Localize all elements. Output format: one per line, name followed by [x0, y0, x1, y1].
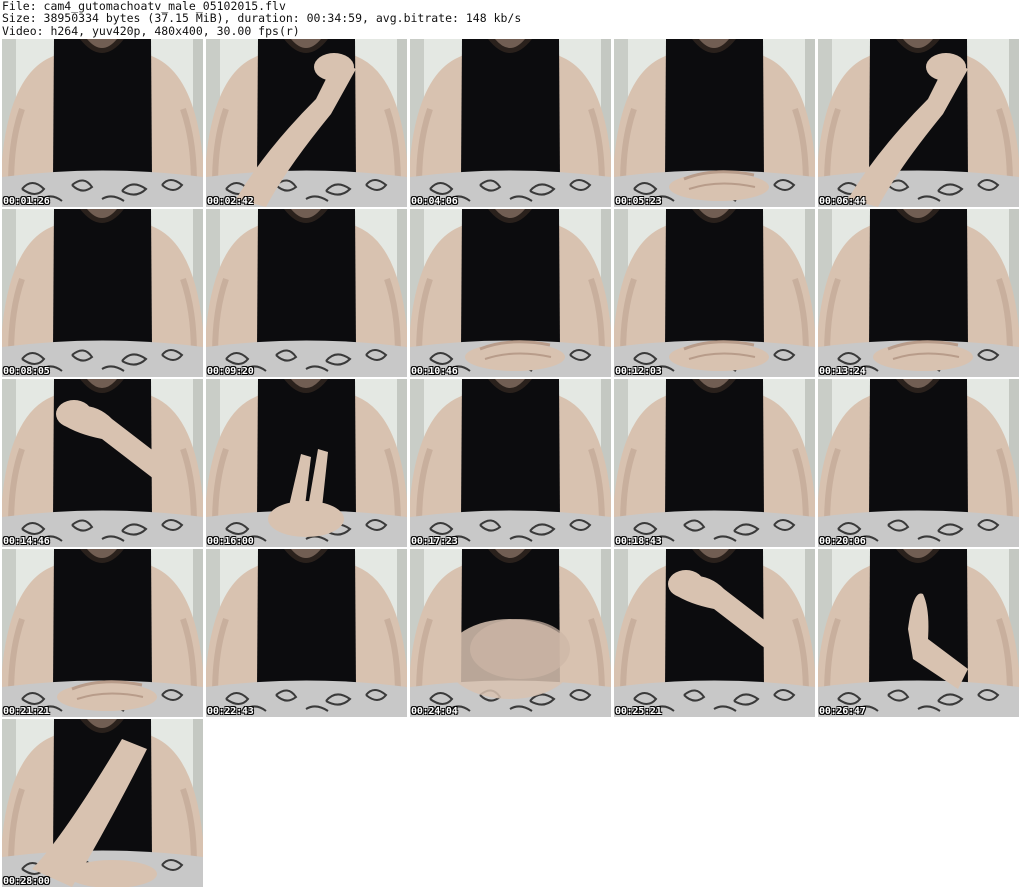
timestamp-label: 00:28:00: [3, 876, 50, 887]
video-thumbnail: 00:17:23: [410, 379, 611, 547]
timestamp-label: 00:10:46: [411, 366, 458, 377]
frame-image: [410, 39, 611, 207]
timestamp-label: 00:24:04: [411, 706, 458, 717]
video-thumbnail: 00:20:06: [818, 379, 1019, 547]
timestamp-label: 00:08:05: [3, 366, 50, 377]
frame-image: [2, 39, 203, 207]
timestamp-label: 00:16:00: [207, 536, 254, 547]
file-info-header: File: cam4_gutomachoatv_male_05102015.fl…: [2, 0, 1022, 37]
video-thumbnail: 00:12:03: [614, 209, 815, 377]
frame-image: [818, 549, 1019, 717]
frame-image: [410, 549, 611, 717]
timestamp-label: 00:02:42: [207, 196, 254, 207]
timestamp-label: 00:26:47: [819, 706, 866, 717]
video-info-line: Video: h264, yuv420p, 480x400, 30.00 fps…: [2, 23, 300, 38]
video-thumbnail: 00:01:26: [2, 39, 203, 207]
frame-image: [818, 379, 1019, 547]
timestamp-label: 00:12:03: [615, 366, 662, 377]
frame-image: [2, 209, 203, 377]
file-size-line: Size: 38950334 bytes (37.15 MiB), durati…: [2, 11, 522, 26]
video-thumbnail: 00:10:46: [410, 209, 611, 377]
video-thumbnail: 00:18:43: [614, 379, 815, 547]
frame-image: [410, 379, 611, 547]
frame-image: [206, 549, 407, 717]
timestamp-label: 00:17:23: [411, 536, 458, 547]
frame-image: [614, 39, 815, 207]
frame-image: [206, 39, 407, 207]
frame-image: [206, 379, 407, 547]
video-thumbnail: 00:08:05: [2, 209, 203, 377]
frame-image: [410, 209, 611, 377]
timestamp-label: 00:09:20: [207, 366, 254, 377]
timestamp-label: 00:22:43: [207, 706, 254, 717]
video-thumbnail: 00:26:47: [818, 549, 1019, 717]
timestamp-label: 00:06:44: [819, 196, 866, 207]
frame-image: [206, 209, 407, 377]
timestamp-label: 00:25:21: [615, 706, 662, 717]
video-thumbnail: 00:25:21: [614, 549, 815, 717]
timestamp-label: 00:13:24: [819, 366, 866, 377]
timestamp-label: 00:01:26: [3, 196, 50, 207]
video-thumbnail: 00:02:42: [206, 39, 407, 207]
timestamp-label: 00:05:23: [615, 196, 662, 207]
video-thumbnail: 00:28:00: [2, 719, 203, 887]
frame-image: [2, 549, 203, 717]
frame-image: [614, 209, 815, 377]
timestamp-label: 00:04:06: [411, 196, 458, 207]
video-thumbnail: 00:24:04: [410, 549, 611, 717]
video-thumbnail: 00:16:00: [206, 379, 407, 547]
video-thumbnail: 00:21:21: [2, 549, 203, 717]
frame-image: [2, 379, 203, 547]
timestamp-label: 00:21:21: [3, 706, 50, 717]
video-thumbnail: 00:05:23: [614, 39, 815, 207]
video-thumbnail: 00:13:24: [818, 209, 1019, 377]
frame-image: [614, 379, 815, 547]
timestamp-label: 00:18:43: [615, 536, 662, 547]
thumbnail-grid: 00:01:26 00:02:42 00:04:06 00:05:23 00:0…: [0, 39, 1024, 889]
timestamp-label: 00:20:06: [819, 536, 866, 547]
timestamp-label: 00:14:46: [3, 536, 50, 547]
frame-image: [2, 719, 203, 887]
video-thumbnail: 00:14:46: [2, 379, 203, 547]
video-thumbnail: 00:22:43: [206, 549, 407, 717]
frame-image: [614, 549, 815, 717]
frame-image: [818, 39, 1019, 207]
frame-image: [818, 209, 1019, 377]
video-thumbnail: 00:06:44: [818, 39, 1019, 207]
video-thumbnail: 00:09:20: [206, 209, 407, 377]
video-thumbnail: 00:04:06: [410, 39, 611, 207]
